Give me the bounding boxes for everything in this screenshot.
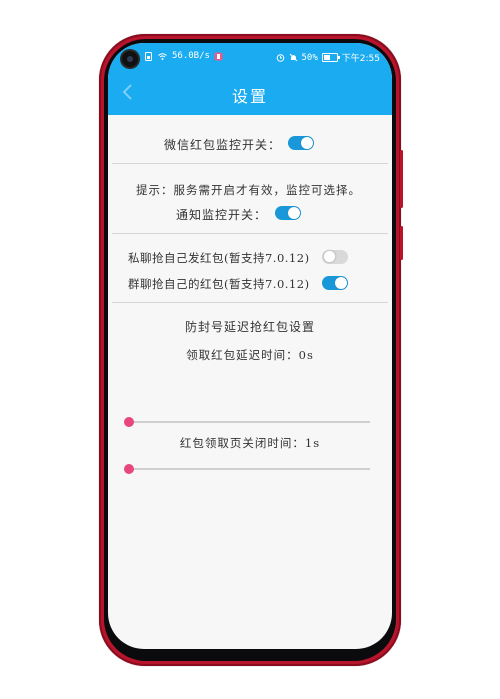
private-chat-toggle[interactable] [322, 250, 348, 264]
hint-text: 提示：服务需开启才有效，监控可选择。 [136, 183, 361, 197]
wechat-monitor-toggle[interactable] [288, 136, 314, 150]
divider [112, 302, 388, 303]
group-chat-label: 群聊抢自己的红包(暂支持7.0.12) [128, 277, 310, 291]
wifi-icon [158, 52, 167, 60]
slider-track [124, 421, 370, 423]
group-chat-toggle[interactable] [322, 276, 348, 290]
toggle-knob [288, 207, 300, 219]
slider-track [124, 468, 370, 470]
close-time-label: 红包领取页关闭时间： [179, 436, 305, 450]
receive-delay-label: 领取红包延迟时间： [186, 348, 299, 362]
toggle-knob [323, 250, 336, 263]
battery-icon [321, 53, 340, 62]
receive-delay-value: 0s [298, 348, 314, 362]
close-time-slider[interactable] [124, 462, 370, 476]
slider-thumb[interactable] [124, 417, 134, 427]
status-bar-right: 50% 下午2:55 [276, 51, 380, 64]
sim-icon [145, 51, 152, 61]
alarm-icon [276, 54, 284, 62]
phone-screen: 56.0B/s 50% 下午2:55 设置 微信红包监控开关： 提示：服务需开启… [108, 43, 392, 649]
close-time-row: 红包领取页关闭时间：1s [108, 435, 392, 451]
battery-percent: 50% [301, 52, 318, 63]
toggle-knob [301, 137, 313, 149]
notification-monitor-toggle[interactable] [275, 206, 301, 220]
close-time-value: 1s [304, 436, 321, 450]
status-bar-left: 56.0B/s [144, 51, 223, 61]
wechat-monitor-label: 微信红包监控开关： [164, 138, 282, 152]
app-bar: 设置 [108, 71, 392, 115]
clock: 下午2:55 [341, 54, 380, 64]
front-camera [122, 51, 138, 67]
slider-thumb[interactable] [124, 464, 134, 474]
divider [112, 163, 388, 164]
volume-button [400, 150, 403, 208]
network-speed: 56.0B/s [172, 51, 210, 61]
anti-ban-title: 防封号延迟抢红包设置 [184, 320, 315, 334]
power-button [400, 226, 403, 260]
silent-icon [289, 53, 297, 62]
divider [112, 233, 388, 234]
private-chat-label: 私聊抢自己发红包(暂支持7.0.12) [128, 251, 310, 265]
status-bar: 56.0B/s 50% 下午2:55 [108, 43, 392, 71]
receive-delay-slider[interactable] [124, 415, 370, 429]
notification-monitor-label: 通知监控开关： [176, 208, 268, 222]
page-title: 设置 [231, 87, 268, 106]
toggle-knob [335, 277, 347, 289]
app-notification-icon [214, 52, 223, 60]
receive-delay-row: 领取红包延迟时间：0s [108, 347, 392, 363]
